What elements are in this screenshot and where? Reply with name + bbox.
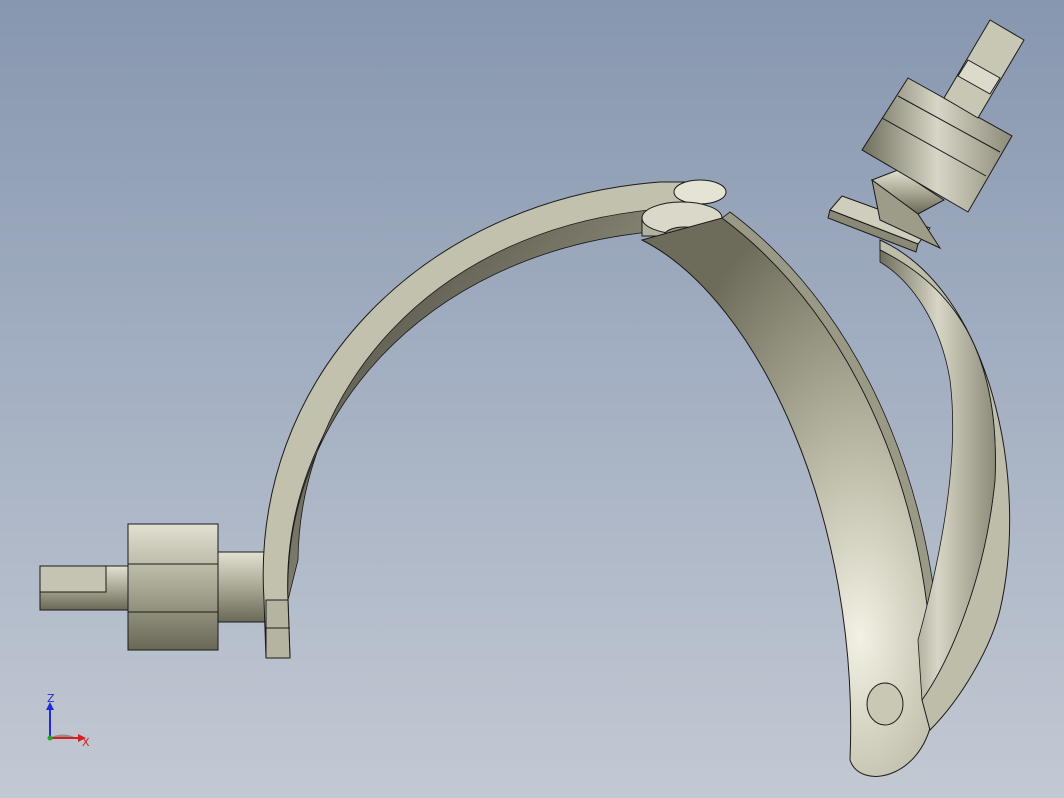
right-shaft[interactable]: [827, 19, 1025, 253]
z-axis-label: Z: [47, 692, 55, 705]
right-curved-arm[interactable]: [640, 211, 941, 777]
left-curved-arm[interactable]: [262, 181, 703, 659]
orientation-triad: Z X: [30, 690, 100, 760]
triad-origin: [47, 735, 53, 741]
x-axis-label: X: [82, 736, 90, 749]
left-shaft[interactable]: [39, 523, 267, 651]
graphics-viewport[interactable]: Z X: [0, 0, 1064, 798]
cad-model-view[interactable]: [0, 0, 1064, 798]
